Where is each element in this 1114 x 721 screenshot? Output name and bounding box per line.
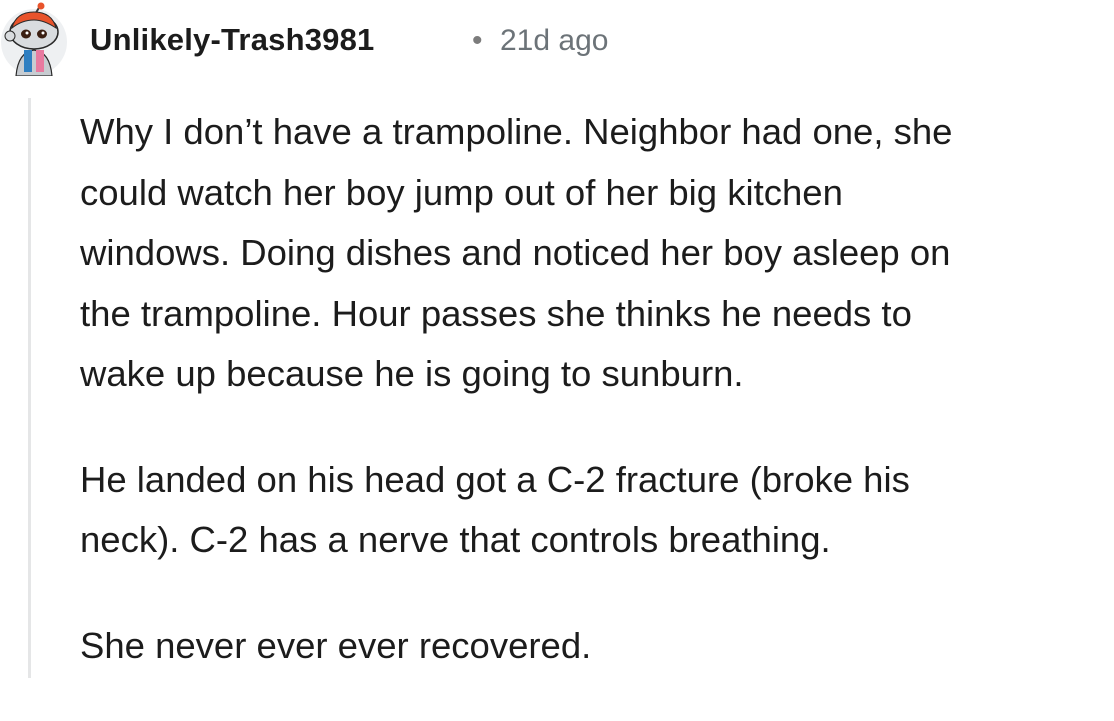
comment-text-line: could watch her boy jump out of her big … — [80, 171, 843, 213]
comment-paragraph: Why I don’t have a trampoline. Neighbor … — [80, 102, 1114, 405]
comment-text-line: windows. Doing dishes and noticed her bo… — [80, 232, 951, 273]
author-username[interactable]: Unlikely-Trash3981 — [90, 22, 374, 58]
comment-timestamp[interactable]: 21d ago — [500, 24, 608, 58]
comment: Unlikely-Trash3981 • 21d ago Why I don’t… — [0, 0, 1114, 678]
thread-collapse-line[interactable] — [28, 98, 31, 678]
comment-text-line: wake up because he is going to sunburn. — [80, 353, 744, 394]
comment-text-line: neck). C-2 has a nerve that controls bre… — [80, 519, 831, 560]
comment-paragraph: She never ever ever recovered. — [80, 616, 1114, 677]
comment-paragraph: He landed on his head got a C-2 fracture… — [80, 450, 1114, 571]
comment-text-line: the trampoline. Hour passes she thinks h… — [80, 292, 912, 334]
comment-text-line: She never ever ever recovered. — [80, 624, 592, 666]
avatar[interactable] — [0, 2, 68, 76]
separator-dot: • — [472, 24, 483, 57]
comment-body: Why I don’t have a trampoline. Neighbor … — [80, 102, 1114, 721]
comment-text-line: Why I don’t have a trampoline. Neighbor … — [80, 111, 953, 152]
comment-header: Unlikely-Trash3981 • 21d ago — [0, 0, 1114, 86]
comment-text-line: He landed on his head got a C-2 fracture… — [80, 458, 910, 500]
snoo-avatar-icon — [1, 2, 67, 76]
